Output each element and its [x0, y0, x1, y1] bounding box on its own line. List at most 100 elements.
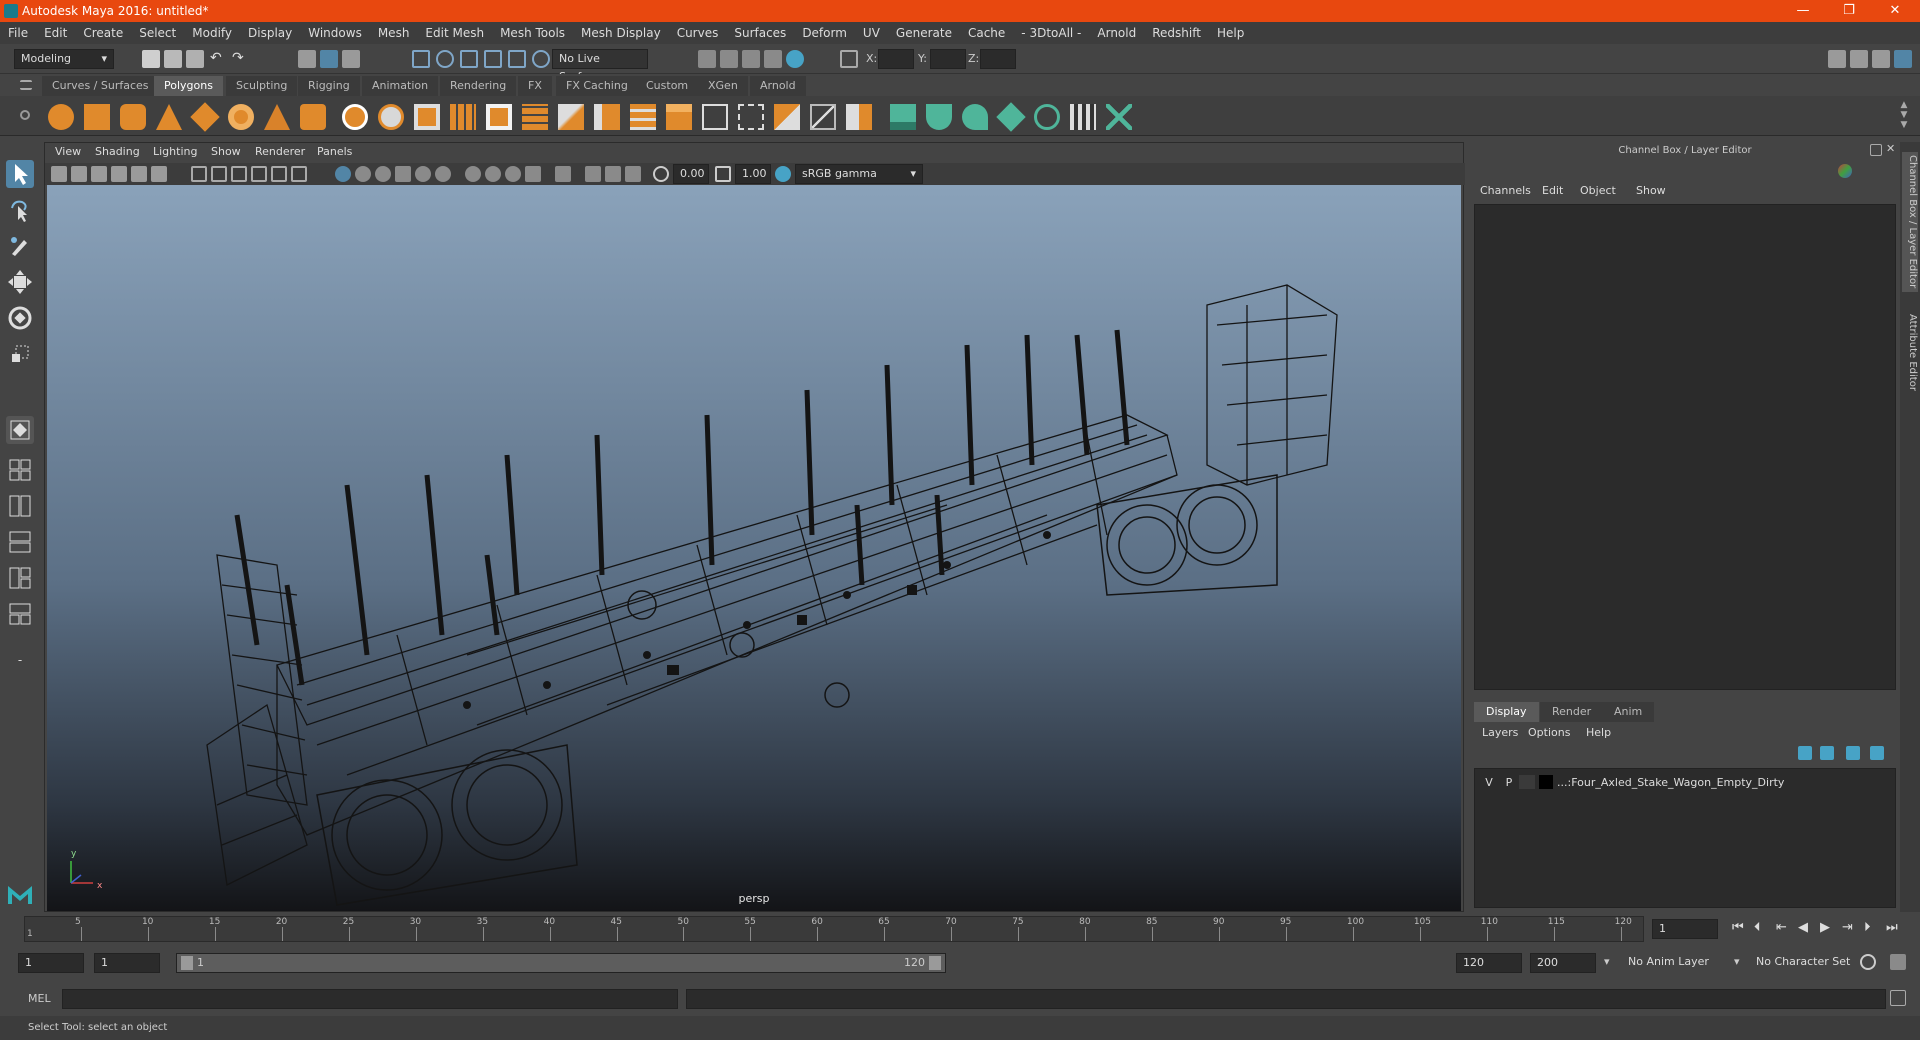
- menu-file[interactable]: File: [0, 22, 36, 44]
- vp-menu-show[interactable]: Show: [211, 145, 241, 158]
- shelf-options-icon[interactable]: [20, 110, 30, 120]
- go-to-end-icon[interactable]: ⏭: [1886, 920, 1898, 935]
- animation-end-field[interactable]: 200: [1530, 953, 1596, 973]
- textured-icon[interactable]: [395, 166, 411, 182]
- motion-blur-icon[interactable]: [485, 166, 501, 182]
- x-ray-components-icon[interactable]: [625, 166, 641, 182]
- triangulate-icon[interactable]: [810, 104, 836, 130]
- live-surface-field[interactable]: No Live Surface: [552, 49, 648, 83]
- options-menu[interactable]: Options: [1528, 726, 1570, 739]
- shelf-scroll-icon[interactable]: ▲ ▼ ▼: [1898, 100, 1910, 130]
- menu-generate[interactable]: Generate: [888, 22, 960, 44]
- combine-icon[interactable]: [342, 104, 368, 130]
- 2d-pan-zoom-icon[interactable]: [131, 166, 147, 182]
- play-forwards-icon[interactable]: ▶: [1820, 920, 1830, 935]
- gamma-icon[interactable]: [715, 166, 731, 182]
- layer-name[interactable]: ...:Four_Axled_Stake_Wagon_Empty_Dirty: [1557, 776, 1784, 789]
- boolean-icon[interactable]: [450, 104, 476, 130]
- offset-edge-loop-icon[interactable]: [630, 104, 656, 130]
- menu-select[interactable]: Select: [131, 22, 184, 44]
- menu-modify[interactable]: Modify: [184, 22, 240, 44]
- isolate-select-icon[interactable]: [555, 166, 571, 182]
- exposure-icon[interactable]: [653, 166, 669, 182]
- tab-xgen[interactable]: XGen: [698, 76, 748, 96]
- snap-view-plane-icon[interactable]: [508, 50, 526, 68]
- current-frame-field[interactable]: 1: [1652, 919, 1718, 939]
- layers-menu[interactable]: Layers: [1482, 726, 1518, 739]
- menu-edit-mesh[interactable]: Edit Mesh: [417, 22, 492, 44]
- planar-mapping-icon[interactable]: [890, 104, 916, 130]
- snap-point-icon[interactable]: [460, 50, 478, 68]
- menu-cache[interactable]: Cache: [960, 22, 1013, 44]
- mode-dropdown[interactable]: Modeling ▾: [14, 49, 114, 69]
- step-back-frame-icon[interactable]: ⏴: [1754, 920, 1761, 935]
- channels-menu[interactable]: Channels: [1480, 184, 1531, 197]
- menu-help[interactable]: Help: [1209, 22, 1252, 44]
- minimize-button[interactable]: —: [1780, 0, 1826, 22]
- close-panel-icon[interactable]: ✕: [1886, 142, 1898, 156]
- play-backwards-icon[interactable]: ◀: [1798, 920, 1808, 935]
- snap-grid-icon[interactable]: [412, 50, 430, 68]
- four-view-layout-icon[interactable]: [6, 456, 34, 484]
- film-gate-icon[interactable]: [211, 166, 227, 182]
- menu-mesh[interactable]: Mesh: [370, 22, 418, 44]
- create-layer-from-selected-icon[interactable]: [1870, 746, 1884, 760]
- create-empty-layer-icon[interactable]: [1846, 746, 1860, 760]
- menu-curves[interactable]: Curves: [669, 22, 727, 44]
- poly-cylinder-icon[interactable]: [120, 104, 146, 130]
- uv-editor-icon[interactable]: [1034, 104, 1060, 130]
- gamma-field[interactable]: 1.00: [735, 164, 771, 184]
- grid-icon[interactable]: [191, 166, 207, 182]
- tab-fx[interactable]: FX: [518, 76, 552, 96]
- menu-redshift[interactable]: Redshift: [1144, 22, 1209, 44]
- multi-cut-icon[interactable]: [558, 104, 584, 130]
- color-management-icon[interactable]: [775, 166, 791, 182]
- tab-rigging[interactable]: Rigging: [298, 76, 360, 96]
- select-component-icon[interactable]: [342, 50, 360, 68]
- toggle-attribute-editor-icon[interactable]: [1850, 50, 1868, 68]
- wireframe-on-shaded-icon[interactable]: [375, 166, 391, 182]
- menu-create[interactable]: Create: [75, 22, 131, 44]
- 3d-viewport[interactable]: y x persp: [47, 185, 1461, 911]
- move-tool-icon[interactable]: [6, 268, 34, 296]
- range-bar[interactable]: 1 120: [176, 953, 946, 973]
- anti-aliasing-icon[interactable]: [505, 166, 521, 182]
- manipulator-icon[interactable]: [1838, 164, 1852, 178]
- move-layer-down-icon[interactable]: [1820, 746, 1834, 760]
- playback-start-field[interactable]: 1: [94, 953, 160, 973]
- x-coordinate-field[interactable]: [878, 49, 914, 69]
- auto-keyframe-icon[interactable]: [1860, 954, 1876, 970]
- menu-edit[interactable]: Edit: [36, 22, 75, 44]
- tab-render[interactable]: Render: [1540, 702, 1604, 722]
- new-scene-icon[interactable]: [142, 50, 160, 68]
- range-end-handle[interactable]: [929, 956, 941, 970]
- edit-menu[interactable]: Edit: [1542, 184, 1563, 197]
- grease-pencil-icon[interactable]: [151, 166, 167, 182]
- camera-select-icon[interactable]: [51, 166, 67, 182]
- scale-tool-icon[interactable]: [6, 340, 34, 368]
- z-coordinate-field[interactable]: [980, 49, 1016, 69]
- tab-sculpting[interactable]: Sculpting: [226, 76, 298, 96]
- poly-plane-icon[interactable]: [190, 102, 220, 132]
- poly-torus-icon[interactable]: [228, 104, 254, 130]
- snap-live-icon[interactable]: [532, 50, 550, 68]
- insert-edge-loop-icon[interactable]: [594, 104, 620, 130]
- hypershade-icon[interactable]: [786, 50, 804, 68]
- two-view-stacked-layout-icon[interactable]: [6, 528, 34, 556]
- persp-graph-layout-icon[interactable]: [6, 564, 34, 592]
- step-forward-frame-icon[interactable]: ⏵: [1864, 920, 1871, 935]
- merge-icon[interactable]: [774, 104, 800, 130]
- show-menu[interactable]: Show: [1636, 184, 1666, 197]
- shelf-menu-icon[interactable]: [20, 80, 32, 90]
- screen-space-ambient-occlusion-icon[interactable]: [465, 166, 481, 182]
- smooth-icon[interactable]: [414, 104, 440, 130]
- layer-display-type-toggle[interactable]: [1519, 775, 1535, 789]
- help-menu[interactable]: Help: [1586, 726, 1611, 739]
- resolution-gate-icon[interactable]: [231, 166, 247, 182]
- toggle-modeling-toolkit-icon[interactable]: [1828, 50, 1846, 68]
- exposure-field[interactable]: 0.00: [673, 164, 709, 184]
- menu-uv[interactable]: UV: [855, 22, 888, 44]
- tab-custom[interactable]: Custom: [636, 76, 699, 96]
- ipr-render-icon[interactable]: [742, 50, 760, 68]
- go-to-start-icon[interactable]: ⏮: [1732, 920, 1744, 935]
